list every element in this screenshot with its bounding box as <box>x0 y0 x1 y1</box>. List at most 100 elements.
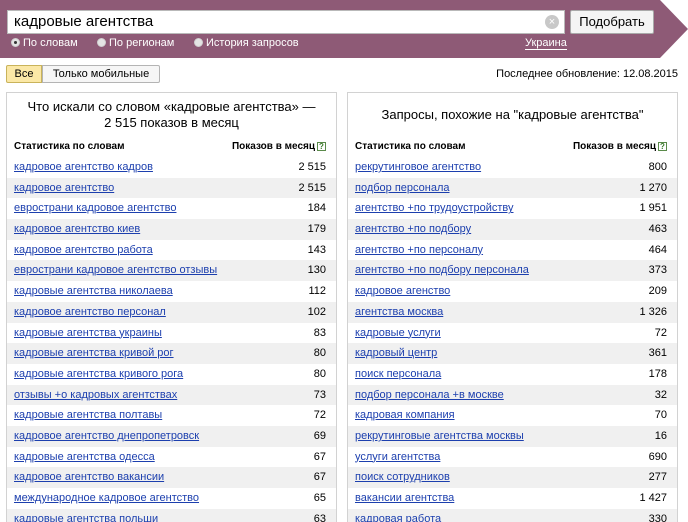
table-row: кадровые агентства кривого рога 80 <box>7 364 336 385</box>
left-rows: кадровое агентство кадров 2 515 кадровое а… <box>7 157 336 522</box>
table-row: рекрутинговое агентство 800 <box>348 157 677 178</box>
phrase-link[interactable]: кадровое агентство персонал <box>14 306 166 318</box>
help-icon[interactable]: ? <box>317 142 326 151</box>
impressions-count: 72 <box>313 409 326 422</box>
impressions-count: 80 <box>313 347 326 360</box>
phrase-link[interactable]: поиск сотрудников <box>355 471 450 483</box>
table-row: кадровое агентство днепропетровск 69 <box>7 425 336 447</box>
phrase-link[interactable]: агентство +по подбору персонала <box>355 264 529 276</box>
impressions-count: 800 <box>648 161 667 173</box>
phrase-link[interactable]: агентство +по трудоустройству <box>355 202 514 214</box>
phrase-link[interactable]: кадровое агентство <box>14 182 114 194</box>
phrase-link[interactable]: агентство +по персоналу <box>355 244 483 256</box>
phrase-link[interactable]: рекрутинговое агентство <box>355 161 481 173</box>
phrase-link[interactable]: подбор персонала +в москве <box>355 389 504 401</box>
impressions-count: 83 <box>313 326 326 339</box>
count-column-header: Показов в месяц? <box>232 141 326 152</box>
mode-by-regions[interactable]: По регионам <box>97 37 174 50</box>
mode-by-words[interactable]: По словам <box>11 37 78 50</box>
phrase-link[interactable]: кадровые агентства кривой рог <box>14 347 174 359</box>
impressions-count: 1 270 <box>639 181 667 194</box>
phrase-link[interactable]: международное кадровое агентство <box>14 492 199 504</box>
count-column-label: Показов в месяц <box>231 141 315 152</box>
phrase-link[interactable]: евространи кадровое агентство отзывы <box>14 264 217 276</box>
phrase-link[interactable]: кадровые агентства украины <box>14 327 162 339</box>
phrase-link[interactable]: подбор персонала <box>355 182 450 194</box>
phrase-link[interactable]: кадровое агенство <box>355 285 450 297</box>
impressions-count: 73 <box>313 388 326 401</box>
impressions-count: 70 <box>654 409 667 422</box>
impressions-count: 463 <box>648 223 667 236</box>
phrase-link[interactable]: кадровое агентство днепропетровск <box>14 430 199 442</box>
search-button[interactable]: Подобрать <box>570 10 654 34</box>
phrase-link[interactable]: агентство +по подбору <box>355 223 471 235</box>
impressions-count: 1 427 <box>639 492 667 504</box>
phrase-link[interactable]: кадровое агентство кадров <box>14 161 153 173</box>
mode-label: По словам <box>23 37 78 49</box>
mode-label: По регионам <box>109 37 175 49</box>
table-row: кадровое агенство 209 <box>348 281 677 302</box>
impressions-count: 72 <box>654 326 667 339</box>
impressions-count: 690 <box>648 450 667 463</box>
count-column-label: Показов в месяц <box>572 141 656 152</box>
phrase-link[interactable]: кадровые услуги <box>355 327 441 339</box>
phrase-link[interactable]: кадровое агентство работа <box>14 244 153 256</box>
phrase-link[interactable]: евространи кадровое агентство <box>14 202 176 214</box>
phrase-link[interactable]: кадровые агентства полтавы <box>14 409 162 421</box>
table-row: кадровая компания 70 <box>348 405 677 426</box>
mode-query-history[interactable]: История запросов <box>194 37 299 50</box>
right-panel: Запросы, похожие на "кадровые агентства"… <box>347 92 678 522</box>
table-row: евространи кадровое агентство отзывы 130 <box>7 260 336 282</box>
right-rows: рекрутинговое агентство 800 подбор персона… <box>348 157 677 522</box>
phrase-link[interactable]: агентства москва <box>355 306 443 318</box>
phrase-link[interactable]: кадровая работа <box>355 513 441 522</box>
impressions-count: 102 <box>307 305 326 318</box>
region-link[interactable]: Украина <box>525 37 567 50</box>
table-row: кадровое агентство персонал 102 <box>7 301 336 323</box>
radio-icon[interactable] <box>97 38 106 47</box>
table-row: кадровое агентство киев 179 <box>7 219 336 240</box>
impressions-count: 16 <box>654 429 667 442</box>
phrase-link[interactable]: отзывы +о кадровых агентствах <box>14 389 177 401</box>
impressions-count: 67 <box>313 471 326 484</box>
phrase-link[interactable]: кадровые агентства николаева <box>14 285 173 297</box>
impressions-count: 130 <box>307 264 326 277</box>
phrase-link[interactable]: кадровый центр <box>355 347 437 359</box>
radio-selected-icon[interactable] <box>11 38 20 47</box>
phrase-link[interactable]: услуги агентства <box>355 451 440 463</box>
table-row: агентство +по трудоустройству 1 951 <box>348 198 677 219</box>
phrase-link[interactable]: кадровые агентства кривого рога <box>14 368 183 380</box>
filter-mobile-button[interactable]: Только мобильные <box>42 65 160 83</box>
last-update-text: Последнее обновление: 12.08.2015 <box>496 68 678 80</box>
table-row: кадровое агентство работа 143 <box>7 240 336 261</box>
phrase-link[interactable]: кадровые агентства польши <box>14 513 158 522</box>
phrase-column-header: Статистика по словам <box>355 141 466 152</box>
table-row: кадровая работа 330 <box>348 508 677 522</box>
table-row: агентство +по подбору 463 <box>348 219 677 240</box>
phrase-link[interactable]: кадровое агентство вакансии <box>14 471 164 483</box>
impressions-count: 277 <box>648 471 667 484</box>
help-icon[interactable]: ? <box>658 142 667 151</box>
phrase-link[interactable]: вакансии агентства <box>355 492 454 504</box>
table-row: подбор персонала 1 270 <box>348 177 677 199</box>
left-panel-title: Что искали со словом «кадровые агентства… <box>27 99 316 130</box>
table-row: кадровые агентства польши 63 <box>7 508 336 522</box>
clear-search-icon[interactable]: × <box>545 15 559 29</box>
table-row: кадровые агентства украины 83 <box>7 323 336 344</box>
table-row: кадровое агентство 2 515 <box>7 177 336 199</box>
table-row: международное кадровое агентство 65 <box>7 488 336 509</box>
radio-icon[interactable] <box>194 38 203 47</box>
impressions-count: 80 <box>313 367 326 380</box>
table-row: кадровый центр 361 <box>348 343 677 364</box>
phrase-link[interactable]: кадровые агентства одесса <box>14 451 155 463</box>
impressions-count: 143 <box>307 243 326 256</box>
phrase-link[interactable]: кадровое агентство киев <box>14 223 140 235</box>
impressions-count: 464 <box>648 243 667 256</box>
table-row: услуги агентства 690 <box>348 447 677 468</box>
search-input[interactable]: кадровые агентства <box>7 10 565 34</box>
phrase-link[interactable]: поиск персонала <box>355 368 441 380</box>
filter-all-button[interactable]: Все <box>6 65 42 83</box>
count-column-header: Показов в месяц? <box>573 141 667 152</box>
phrase-link[interactable]: кадровая компания <box>355 409 455 421</box>
phrase-link[interactable]: рекрутинговые агентства москвы <box>355 430 524 442</box>
